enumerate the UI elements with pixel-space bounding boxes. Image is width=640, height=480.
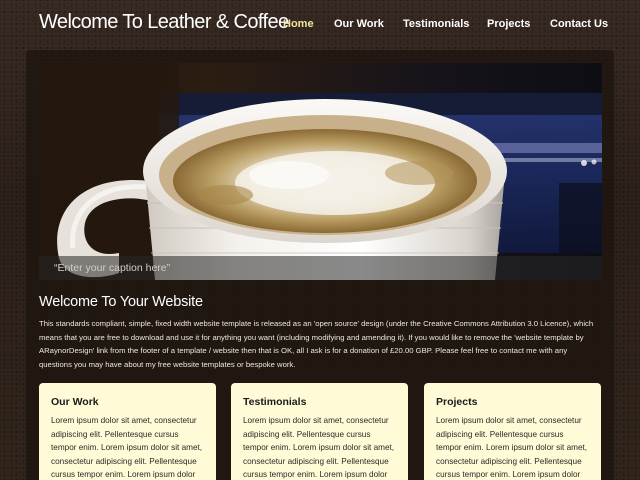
welcome-heading: Welcome To Your Website: [39, 294, 203, 310]
nav-contact-us[interactable]: Contact Us: [550, 18, 608, 30]
card-testimonials: Testimonials Lorem ipsum dolor sit amet,…: [231, 383, 408, 480]
nav-testimonials[interactable]: Testimonials: [403, 18, 469, 30]
coffee-cup-photo: [39, 63, 602, 280]
site-header: Welcome To Leather & Coffee Home Our Wor…: [0, 0, 640, 48]
welcome-text: This standards compliant, simple, fixed …: [39, 319, 594, 370]
card-projects: Projects Lorem ipsum dolor sit amet, con…: [424, 383, 601, 480]
site-title[interactable]: Welcome To Leather & Coffee: [39, 11, 289, 34]
card-text: Lorem ipsum dolor sit amet, consectetur …: [243, 416, 395, 479]
banner-image: “Enter your caption here”: [39, 63, 602, 280]
card-title: Projects: [436, 396, 478, 408]
banner-caption: “Enter your caption here”: [54, 262, 171, 274]
card-title: Testimonials: [243, 396, 307, 408]
card-title: Our Work: [51, 396, 99, 408]
nav-home[interactable]: Home: [283, 18, 314, 30]
nav-our-work[interactable]: Our Work: [334, 18, 384, 30]
banner-caption-bar: “Enter your caption here”: [39, 256, 602, 280]
nav-projects[interactable]: Projects: [487, 18, 530, 30]
card-text: Lorem ipsum dolor sit amet, consectetur …: [51, 416, 203, 479]
card-text: Lorem ipsum dolor sit amet, consectetur …: [436, 416, 588, 479]
card-our-work: Our Work Lorem ipsum dolor sit amet, con…: [39, 383, 216, 480]
